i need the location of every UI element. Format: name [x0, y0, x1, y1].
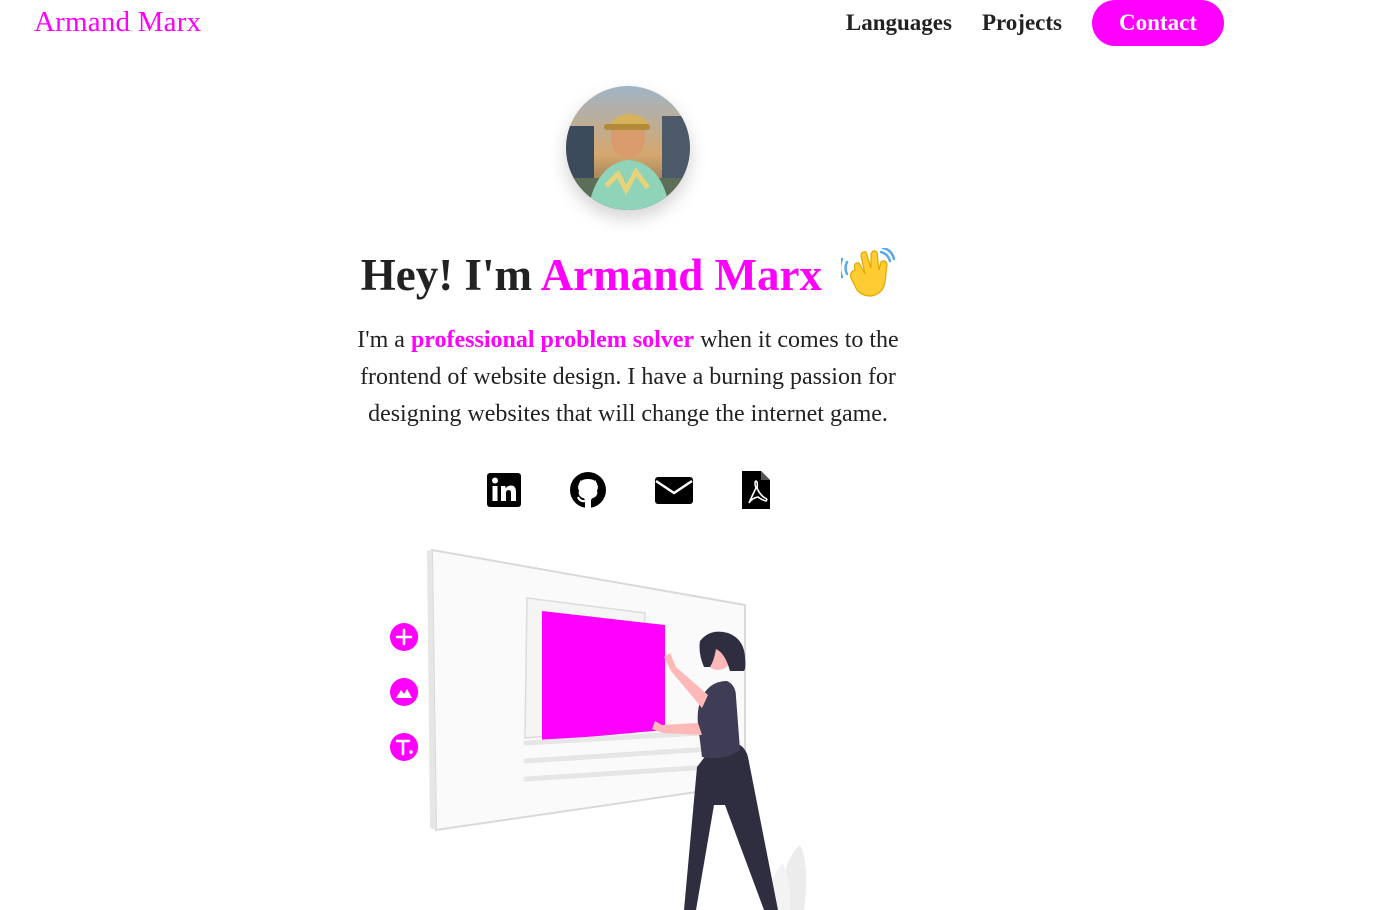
pdf-icon	[742, 471, 770, 509]
headline-name: Armand Marx	[540, 250, 822, 300]
github-link[interactable]	[568, 470, 608, 510]
waving-hand-icon	[841, 248, 896, 297]
profile-avatar	[566, 86, 690, 210]
hero-illustration	[380, 545, 860, 910]
bio-prefix: I'm a	[357, 327, 411, 353]
github-icon	[570, 472, 606, 508]
linkedin-link[interactable]	[486, 470, 522, 510]
nav-link-languages[interactable]: Languages	[846, 0, 952, 46]
bio-highlight: professional problem solver	[410, 327, 695, 353]
linkedin-icon	[487, 473, 521, 507]
headline-prefix: Hey! I'm	[360, 250, 541, 300]
nav-link-projects[interactable]: Projects	[982, 0, 1062, 46]
hero-bio: I'm a professional problem solver when i…	[340, 322, 916, 433]
mail-icon	[655, 477, 693, 504]
designer-illustration	[390, 548, 807, 910]
social-links	[0, 470, 1377, 510]
contact-button[interactable]: Contact	[1092, 0, 1224, 46]
resume-pdf-link[interactable]	[740, 470, 772, 510]
main-nav: Languages Projects Contact	[846, 0, 1224, 46]
brand-logo-link[interactable]: Armand Marx	[34, 6, 201, 39]
hero-headline: Hey! I'm Armand Marx	[0, 248, 1256, 301]
email-link[interactable]	[654, 470, 694, 510]
profile-photo	[566, 86, 690, 210]
